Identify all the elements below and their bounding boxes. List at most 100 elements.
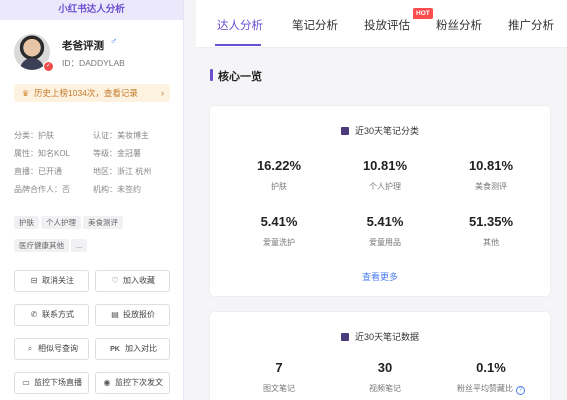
phone-icon: ✆: [30, 310, 38, 319]
chart-icon: [340, 127, 349, 135]
stat-label: 个人护理: [369, 182, 401, 191]
stat-label: 爱童洗护: [263, 238, 295, 247]
profile-attributes: 分类：护肤 认证：美妆博主 属性：知名KOL 等级：金冠薯 直播：已开通 地区：…: [14, 130, 179, 202]
tab-fans-analysis[interactable]: 粉丝分析: [436, 17, 482, 33]
stat-label: 粉丝平均赞藏比: [457, 384, 513, 393]
attr-category: 分类：护肤: [14, 131, 54, 140]
stat-item: 5.41% 爱童洗护: [234, 214, 324, 248]
card-title: 近30天笔记数据: [210, 330, 550, 343]
profile-header: ✓ 老爸评测 ♂ ID：DADDYLAB: [14, 34, 174, 74]
tag-item[interactable]: 医疗健康其他: [14, 239, 69, 252]
hot-badge: HOT: [413, 8, 433, 19]
chevron-right-icon: ›: [161, 88, 164, 98]
heart-icon: ♡: [111, 276, 119, 285]
stat-value: 10.81%: [362, 158, 408, 173]
unfollow-button[interactable]: ⊟ 取消关注: [14, 270, 89, 292]
add-compare-button[interactable]: PK 加入对比: [95, 338, 170, 360]
tab-influencer-analysis[interactable]: 达人分析: [217, 17, 263, 33]
stat-value: 5.41%: [260, 214, 298, 229]
contact-label: 联系方式: [42, 310, 74, 319]
crown-icon: ♛: [22, 89, 30, 98]
stat-label-wrap: 粉丝平均赞藏比?: [442, 383, 540, 395]
stat-value: 30: [377, 360, 393, 375]
unfollow-icon: ⊟: [30, 276, 38, 285]
stat-label: 护肤: [271, 182, 287, 191]
sidebar: 小红书达人分析 ✓ 老爸评测 ♂ ID：DADDYLAB ♛ 历史上榜1034次，…: [0, 0, 184, 400]
similar-search-button[interactable]: ⌕ 相似号查询: [14, 338, 89, 360]
history-ranking-link[interactable]: ♛ 历史上榜1034次，查看记录 ›: [14, 84, 170, 102]
view-more-link[interactable]: 查看更多: [210, 270, 550, 283]
attr-type: 属性：知名KOL: [14, 149, 71, 158]
stat-value: 7: [275, 360, 283, 375]
stat-item: 5.41% 爱童用品: [340, 214, 430, 248]
attr-certification: 认证：美妆博主: [93, 131, 149, 140]
card-title-text: 近30天笔记分类: [354, 126, 419, 136]
stat-item: 10.81% 美食测评: [446, 158, 536, 192]
quote-label: 投放报价: [123, 310, 155, 319]
monitor-post-button[interactable]: ◉ 监控下次发文: [95, 372, 170, 394]
stat-item: 0.1% 粉丝平均赞藏比?: [442, 360, 540, 395]
monitor-live-button[interactable]: ▭ 监控下场直播: [14, 372, 89, 394]
attr-agency: 机构：未签约: [93, 185, 141, 194]
tag-item[interactable]: 个人护理: [41, 216, 81, 229]
stat-item: 51.35% 其他: [446, 214, 536, 248]
add-compare-label: 加入对比: [125, 344, 157, 353]
section-title: 核心一览: [210, 68, 262, 84]
attr-live: 直播：已开通: [14, 167, 62, 176]
stat-label: 其他: [483, 238, 499, 247]
attr-brand-partner: 品牌合作人：否: [14, 185, 70, 194]
tab-placement-evaluation[interactable]: 投放评估: [364, 17, 410, 33]
tag-list: 护肤 个人护理 美食测评 医疗健康其他...: [14, 212, 179, 258]
verified-badge-icon: ✓: [43, 61, 54, 72]
history-ranking-text: 历史上榜1034次，查看记录: [34, 88, 138, 98]
quote-button[interactable]: ▤ 投放报价: [95, 304, 170, 326]
stat-value: 51.35%: [468, 214, 514, 229]
stat-label: 美食测评: [475, 182, 507, 191]
card-title: 近30天笔记分类: [210, 124, 550, 137]
document-icon: ▤: [111, 310, 119, 319]
stat-item: 16.22% 护肤: [234, 158, 324, 192]
active-tab-indicator: [215, 44, 261, 46]
monitor-live-label: 监控下场直播: [34, 378, 82, 387]
pk-icon: PK: [110, 346, 120, 353]
stat-value: 16.22%: [256, 158, 302, 173]
help-icon[interactable]: ?: [516, 386, 525, 395]
video-icon: ▭: [22, 378, 30, 387]
tab-note-analysis[interactable]: 笔记分析: [292, 17, 338, 33]
card-title-text: 近30天笔记数据: [354, 332, 419, 342]
male-gender-icon: ♂: [110, 36, 118, 47]
eye-icon: ◉: [103, 378, 111, 387]
stat-label: 视频笔记: [369, 384, 401, 393]
tag-item[interactable]: 美食测评: [83, 216, 123, 229]
tab-bar: 达人分析 笔记分析 投放评估 HOT 粉丝分析 推广分析: [196, 0, 567, 48]
favorite-button[interactable]: ♡ 加入收藏: [95, 270, 170, 292]
main-content: 达人分析 笔记分析 投放评估 HOT 粉丝分析 推广分析 核心一览 近30天笔记…: [196, 0, 567, 400]
note-category-card: 近30天笔记分类 16.22% 护肤 10.81% 个人护理 10.81% 美食测评 …: [210, 106, 550, 296]
stat-label: 爱童用品: [369, 238, 401, 247]
stat-label: 图文笔记: [263, 384, 295, 393]
chart-icon: [340, 333, 349, 341]
contact-button[interactable]: ✆ 联系方式: [14, 304, 89, 326]
tag-item[interactable]: 护肤: [14, 216, 39, 229]
profile-name: 老爸评测: [62, 40, 104, 52]
more-tags-button[interactable]: ...: [71, 239, 88, 252]
tab-promotion-analysis[interactable]: 推广分析: [508, 17, 554, 33]
attr-row: 分类：护肤 认证：美妆博主: [14, 130, 179, 148]
stat-value: 0.1%: [476, 360, 506, 375]
stat-item: 10.81% 个人护理: [340, 158, 430, 192]
attr-level: 等级：金冠薯: [93, 149, 141, 158]
profile-id: ID：DADDYLAB: [62, 58, 125, 68]
attr-region: 地区：浙江 杭州: [93, 167, 152, 176]
note-data-card: 近30天笔记数据 7 图文笔记 30 视频笔记 0.1% 粉丝平均赞藏比?: [210, 312, 550, 400]
sidebar-title: 小红书达人分析: [0, 0, 183, 20]
search-icon: ⌕: [27, 344, 33, 353]
attr-row: 直播：已开通 地区：浙江 杭州: [14, 166, 179, 184]
favorite-label: 加入收藏: [123, 276, 155, 285]
stat-value: 5.41%: [366, 214, 404, 229]
monitor-post-label: 监控下次发文: [115, 378, 163, 387]
stat-item: 7 图文笔记: [234, 360, 324, 394]
app-window: 小红书达人分析 ✓ 老爸评测 ♂ ID：DADDYLAB ♛ 历史上榜1034次，…: [0, 0, 567, 400]
stat-item: 30 视频笔记: [340, 360, 430, 394]
similar-search-label: 相似号查询: [38, 344, 78, 353]
stat-value: 10.81%: [468, 158, 514, 173]
